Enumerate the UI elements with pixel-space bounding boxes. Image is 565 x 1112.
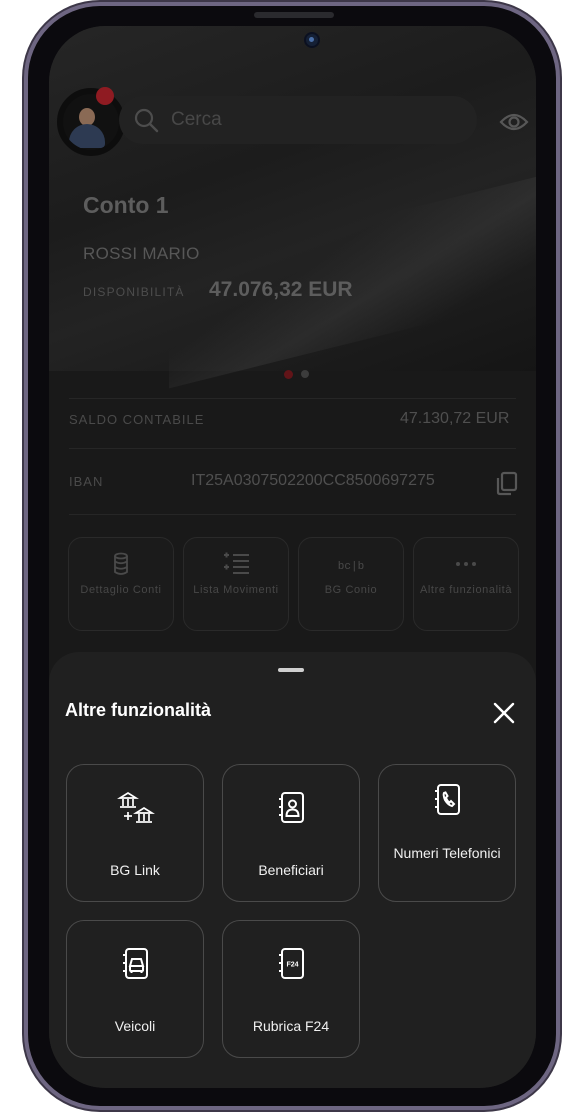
more-icon [456,562,476,566]
f24-book-icon: F24 [279,948,304,979]
account-screen: Conto 1 ROSSI MARIO DISPONIBILITÀ 47.076… [49,26,536,1088]
search-bar[interactable] [119,96,477,144]
quick-action-altre-funzionalita[interactable]: Altre funzionalità [413,537,519,631]
balance-label: SALDO CONTABILE [69,412,205,427]
close-icon[interactable] [491,700,517,726]
bank-transfer-icon [117,791,155,823]
tile-label: Beneficiari [258,862,324,878]
copy-icon[interactable] [494,470,520,496]
quick-action-label: Lista Movimenti [193,584,279,596]
screen: Conto 1 ROSSI MARIO DISPONIBILITÀ 47.076… [49,26,536,1088]
quick-action-bg-conio[interactable]: bc|b BG Conio [298,537,404,631]
volume-down-button[interactable] [22,408,27,494]
availability-value: 47.076,32 EUR [209,278,353,301]
divider [69,398,516,399]
carousel-dot[interactable] [301,370,309,378]
avatar[interactable] [57,88,125,156]
tile-rubrica-f24[interactable]: F24 Rubrica F24 [222,920,360,1058]
tile-numeri-telefonici[interactable]: Numeri Telefonici [378,764,516,902]
volume-up-button[interactable] [22,302,27,388]
tile-beneficiari[interactable]: Beneficiari [222,764,360,902]
account-holder: ROSSI MARIO [83,244,200,263]
speaker [254,12,334,18]
search-input[interactable] [169,108,453,132]
iban-value[interactable]: IT25A0307502200CC8500697275 [191,472,435,490]
quick-action-label: Altre funzionalità [419,584,513,596]
sheet-title: Altre funzionalità [65,700,212,720]
tile-label: BG Link [110,862,160,878]
front-camera [306,34,318,46]
svg-text:bc|b: bc|b [338,561,364,573]
bg-conio-icon: bc|b [338,561,364,573]
quick-action-label: Dettaglio Conti [80,584,162,596]
bottom-sheet: Altre funzionalità BG Link Beneficiari N… [49,652,536,1088]
carousel-dot-active[interactable] [284,370,293,379]
quick-action-dettaglio-conti[interactable]: Dettaglio Conti [68,537,174,631]
svg-text:F24: F24 [286,962,298,969]
phone-frame: Conto 1 ROSSI MARIO DISPONIBILITÀ 47.076… [28,6,556,1106]
vehicle-book-icon [123,948,148,979]
quick-action-lista-movimenti[interactable]: Lista Movimenti [183,537,289,631]
tile-veicoli[interactable]: Veicoli [66,920,204,1058]
divider [69,514,516,515]
availability-label: DISPONIBILITÀ [83,285,185,299]
tile-label: Veicoli [114,1018,156,1034]
account-title: Conto 1 [83,192,169,218]
search-icon [134,108,159,133]
quick-action-label: BG Conio [324,584,378,596]
eye-icon[interactable] [499,111,529,133]
tile-label: Rubrica F24 [252,1018,330,1034]
contact-book-icon [279,792,304,823]
avatar-body [69,124,105,148]
iban-label: IBAN [69,474,104,489]
balance-value: 47.130,72 EUR [400,410,510,427]
notification-badge [96,87,114,105]
database-icon [114,552,128,575]
list-icon [224,552,249,574]
phone-book-icon [435,784,460,815]
tile-bg-link[interactable]: BG Link [66,764,204,902]
action-button[interactable] [22,222,27,266]
divider [69,448,516,449]
tile-label: Numeri Telefonici [393,845,501,861]
power-button[interactable] [557,332,562,462]
sheet-drag-handle[interactable] [278,668,304,672]
